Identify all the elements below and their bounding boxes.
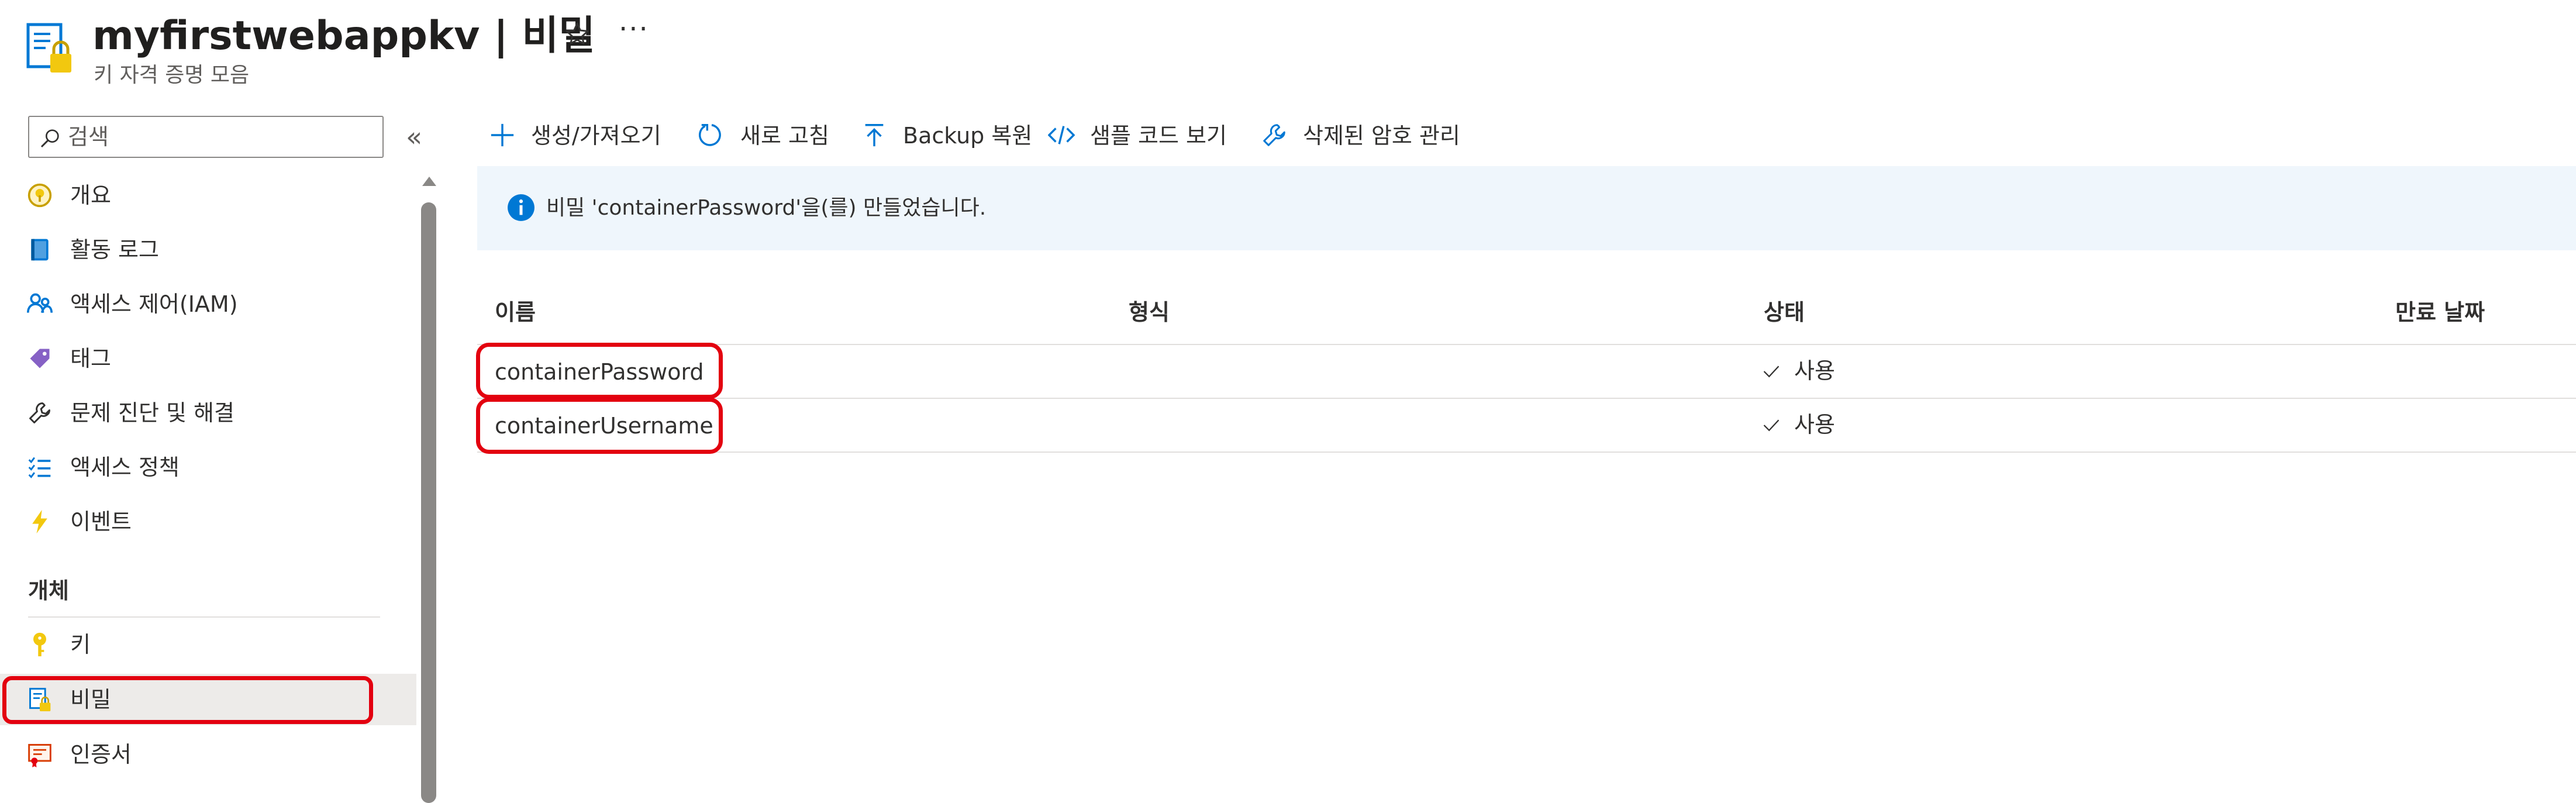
backup-restore-label: Backup 복원 [903, 123, 1033, 149]
column-header-expiration[interactable]: 만료 날짜 [2395, 296, 2485, 329]
refresh-button[interactable]: 새로 고침 [698, 115, 839, 156]
manage-deleted-secrets-button[interactable]: 삭제된 암호 관리 [1261, 115, 1477, 156]
table-divider [477, 452, 2576, 453]
sample-code-label: 샘플 코드 보기 [1090, 123, 1227, 149]
sidebar-item-label: 액세스 정책 [70, 454, 180, 480]
code-icon [1048, 126, 1075, 144]
info-banner: 비밀 'containerPassword'을(를) 만들었습니다. [477, 166, 2576, 250]
key-icon [33, 632, 46, 657]
sidebar-item-label: 활동 로그 [70, 237, 159, 263]
sidebar-item-label: 개요 [70, 182, 111, 208]
wrench-icon [29, 402, 50, 423]
table-divider [477, 344, 2576, 345]
key-vault-icon [26, 22, 76, 76]
status-cell: 사용 [1761, 354, 1878, 387]
column-header-type[interactable]: 형식 [1129, 296, 1170, 329]
iam-icon [27, 293, 53, 313]
plus-icon [491, 123, 514, 147]
sidebar-item-tags[interactable]: 태그 [0, 333, 416, 384]
wrench-icon [1263, 124, 1285, 146]
refresh-icon [698, 124, 721, 146]
sidebar-item-activity-log[interactable]: 활동 로그 [0, 224, 416, 275]
column-header-status[interactable]: 상태 [1764, 296, 1805, 329]
favorite-star-icon[interactable] [563, 20, 592, 49]
page-subtitle: 키 자격 증명 모음 [94, 63, 250, 87]
status-text: 사용 [1794, 412, 1835, 437]
checkmark-icon [1763, 419, 1780, 432]
status-text: 사용 [1794, 358, 1835, 384]
certificate-icon [28, 744, 51, 767]
section-header-objects: 개체 [28, 578, 69, 604]
sidebar-item-label: 인증서 [70, 742, 132, 767]
checkmark-icon [1763, 366, 1780, 378]
upload-arrow-icon [865, 124, 884, 147]
generate-import-button[interactable]: 생성/가져오기 [489, 115, 682, 156]
sidebar-item-events[interactable]: 이벤트 [0, 496, 416, 547]
view-sample-code-button[interactable]: 샘플 코드 보기 [1048, 115, 1241, 156]
info-icon [508, 194, 534, 221]
search-input[interactable] [68, 120, 372, 153]
page-title: myfirstwebappkv | 비밀 [92, 13, 595, 59]
scrollbar-thumb[interactable] [421, 202, 436, 803]
access-policy-icon [28, 457, 51, 478]
table-divider [477, 398, 2576, 399]
manage-deleted-label: 삭제된 암호 관리 [1303, 123, 1460, 149]
sidebar-item-access-policy[interactable]: 액세스 정책 [0, 442, 416, 493]
tag-icon [30, 349, 50, 368]
backup-restore-button[interactable]: Backup 복원 [861, 115, 1032, 156]
sidebar-item-label: 액세스 제어(IAM) [70, 291, 238, 317]
highlight-outline-row [476, 343, 723, 399]
sidebar-item-iam[interactable]: 액세스 제어(IAM) [0, 278, 416, 330]
overview-icon [27, 183, 52, 208]
sidebar-item-label: 문제 진단 및 해결 [70, 400, 235, 426]
generate-import-label: 생성/가져오기 [531, 123, 661, 149]
sidebar-item-diagnose[interactable]: 문제 진단 및 해결 [0, 387, 416, 439]
scroll-up-arrow-icon[interactable] [422, 177, 436, 186]
sidebar-item-label: 키 [70, 632, 91, 657]
sidebar-item-keys[interactable]: 키 [0, 619, 416, 670]
refresh-label: 새로 고침 [740, 123, 829, 149]
sidebar-item-overview[interactable]: 개요 [0, 170, 416, 221]
section-divider [28, 616, 380, 618]
sidebar-item-label: 이벤트 [70, 509, 132, 535]
highlight-outline-secrets [2, 676, 373, 724]
search-icon [40, 129, 59, 148]
search-box[interactable] [28, 116, 384, 158]
more-options-button[interactable]: ··· [619, 12, 649, 47]
column-header-name[interactable]: 이름 [495, 296, 536, 329]
collapse-sidebar-button[interactable]: « [406, 116, 422, 158]
banner-message: 비밀 'containerPassword'을(를) 만들었습니다. [546, 196, 987, 220]
status-cell: 사용 [1761, 408, 1878, 441]
sidebar-item-certificates[interactable]: 인증서 [0, 729, 416, 780]
sidebar-item-label: 태그 [70, 346, 111, 371]
lightning-icon [32, 509, 47, 534]
highlight-outline-row [476, 398, 723, 454]
activity-log-icon [31, 239, 49, 261]
